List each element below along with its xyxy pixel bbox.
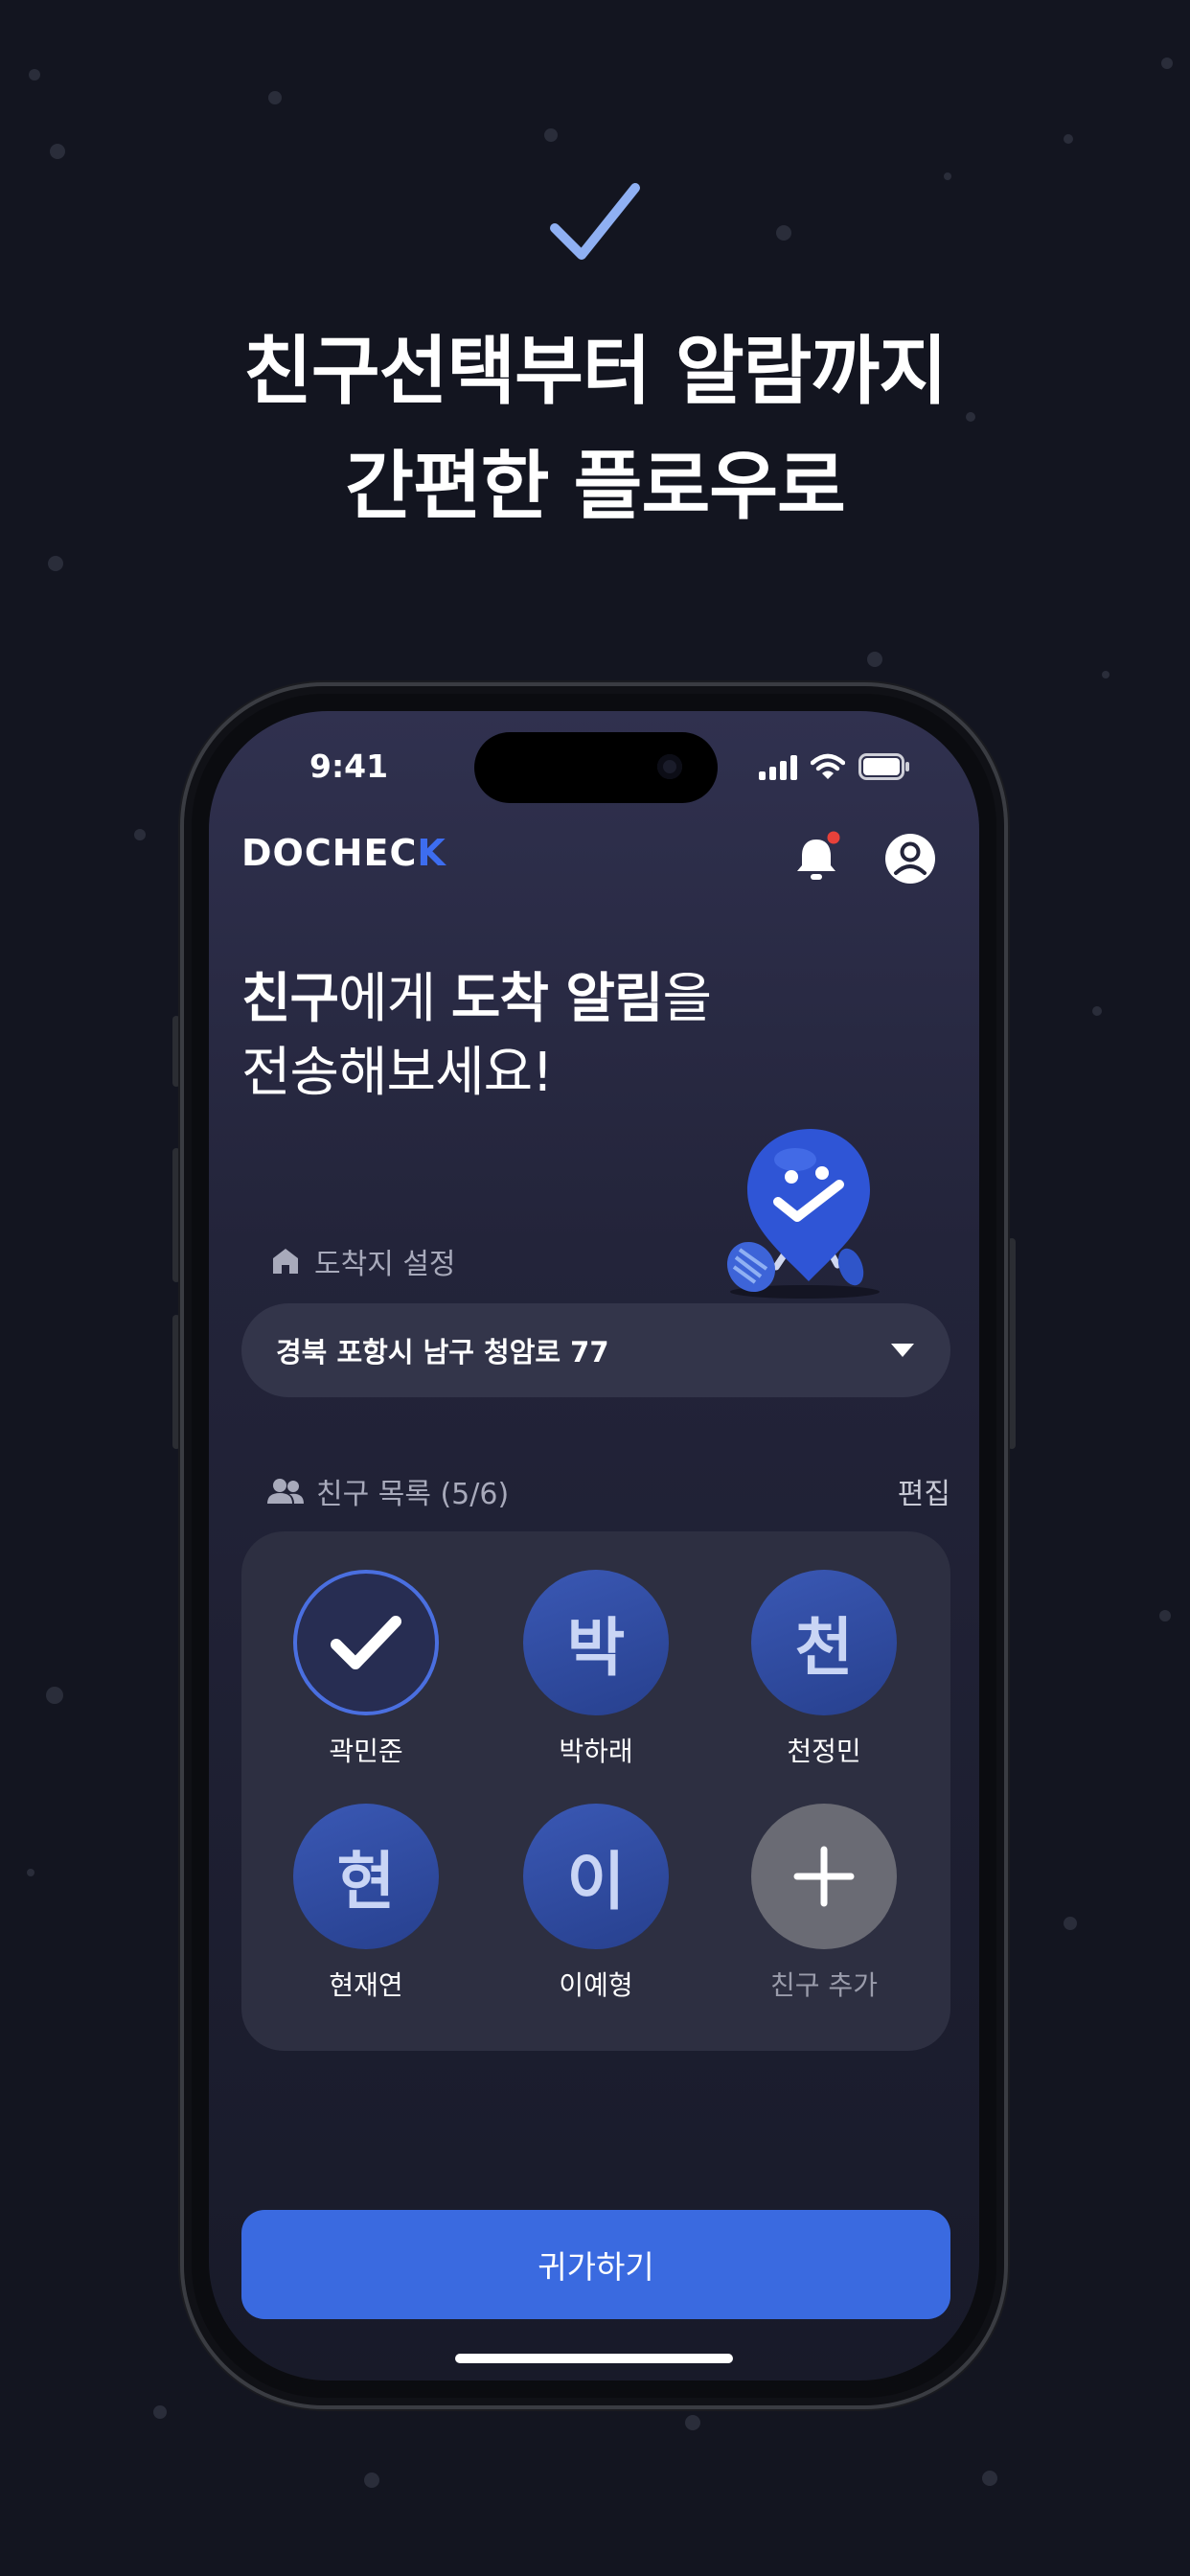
- friend-name: 천정민: [787, 1736, 861, 1767]
- friend-avatar: 이: [523, 1804, 669, 1949]
- friend-avatar: 박: [523, 1570, 669, 1715]
- destination-value: 경북 포항시 남구 청암로 77: [276, 1336, 609, 1368]
- add-friend-avatar: [751, 1804, 897, 1949]
- background-dot: [944, 172, 951, 180]
- friend-avatar: 현: [293, 1804, 439, 1949]
- phone-screen: 9:41 DOCHECK 친구에게 도착 알림을 전송해보세요! 도착지 설정 …: [209, 711, 979, 2380]
- phone-volume-up-button: [172, 1148, 180, 1282]
- destination-label-row: 도착지 설정: [270, 1240, 456, 1282]
- friend-item[interactable]: 천 천정민: [728, 1570, 920, 1769]
- friend-name: 현재연: [329, 1969, 403, 2001]
- hero-title-line-1: 친구에게 도착 알림을: [241, 955, 712, 1033]
- friend-item[interactable]: 현 현재연: [270, 1804, 462, 2003]
- plus-icon: [793, 1846, 855, 1907]
- notification-badge: [827, 831, 840, 844]
- friends-icon: [267, 1479, 304, 1504]
- friends-panel: 곽민준 박 박하래 천 천정민 현 현재연 이 이예형 친구 추가: [241, 1531, 950, 2051]
- cellular-signal-icon: [759, 755, 797, 780]
- phone-volume-down-button: [172, 1315, 180, 1449]
- profile-icon[interactable]: [884, 833, 936, 885]
- background-dot: [544, 128, 558, 142]
- background-dot: [776, 225, 791, 241]
- hero-arrival-word: 도착 알림: [450, 968, 664, 1030]
- friend-avatar: 천: [751, 1570, 897, 1715]
- background-dot: [1092, 1006, 1102, 1016]
- friend-item[interactable]: 박 박하래: [500, 1570, 692, 1769]
- home-icon: [273, 1249, 298, 1274]
- notification-bell-icon[interactable]: [793, 830, 843, 884]
- add-friend-label: 친구 추가: [770, 1969, 878, 2001]
- background-dot: [1159, 1610, 1171, 1622]
- background-dot: [48, 556, 63, 571]
- front-camera: [657, 754, 682, 779]
- friend-name: 이예형: [559, 1969, 633, 2001]
- status-time: 9:41: [309, 748, 389, 785]
- add-friend-button[interactable]: 친구 추가: [728, 1804, 920, 2003]
- go-home-button[interactable]: 귀가하기: [241, 2210, 950, 2319]
- phone-power-button: [1008, 1238, 1016, 1449]
- background-dot: [1064, 1917, 1077, 1930]
- promo-headline-line-1: 친구선택부터 알람까지: [243, 329, 948, 415]
- home-indicator: [455, 2354, 733, 2363]
- background-dot: [1102, 671, 1110, 678]
- background-dot: [364, 2472, 379, 2488]
- background-dot: [685, 2415, 700, 2430]
- friend-name: 박하래: [559, 1736, 633, 1767]
- dropdown-triangle-icon: [891, 1344, 914, 1357]
- logo-text: DOCHEC: [241, 832, 418, 874]
- app-logo: DOCHECK: [241, 832, 446, 874]
- hero-particle: 을: [662, 968, 712, 1030]
- background-dot: [982, 2471, 997, 2486]
- destination-label: 도착지 설정: [314, 1248, 456, 1281]
- checkmark-icon: [331, 1616, 401, 1669]
- friend-name: 곽민준: [329, 1736, 403, 1767]
- background-dot: [1064, 134, 1073, 144]
- hero-title-line-2: 전송해보세요!: [241, 1042, 554, 1104]
- friend-avatar: [293, 1570, 439, 1715]
- edit-friends-button[interactable]: 편집: [898, 1470, 950, 1512]
- background-dot: [134, 829, 146, 840]
- logo-accent-letter: K: [417, 832, 446, 874]
- location-pin-mascot: [726, 1129, 880, 1299]
- friends-list-title: 친구 목록 (5/6): [316, 1478, 510, 1511]
- destination-dropdown[interactable]: 경북 포항시 남구 청암로 77: [241, 1303, 950, 1397]
- hero-friend-word: 친구: [241, 968, 339, 1030]
- friend-item-selected[interactable]: 곽민준: [270, 1570, 462, 1769]
- background-dot: [46, 1687, 63, 1704]
- background-dot: [1161, 58, 1173, 69]
- phone-silent-switch: [172, 1016, 180, 1087]
- background-dot: [867, 652, 882, 667]
- friends-list-header: 친구 목록 (5/6) 편집: [266, 1470, 950, 1512]
- background-dot: [50, 144, 65, 159]
- background-dot: [27, 1869, 34, 1876]
- background-dot: [268, 91, 282, 104]
- friend-item[interactable]: 이 이예형: [500, 1804, 692, 2003]
- checkmark-icon: [550, 183, 640, 260]
- hero-particle: 에게: [338, 968, 451, 1030]
- promo-headline-line-2: 간편한 플로우로: [345, 444, 845, 530]
- background-dot: [153, 2405, 167, 2419]
- wifi-icon: [811, 753, 845, 779]
- background-dot: [29, 69, 40, 80]
- battery-icon: [858, 753, 909, 780]
